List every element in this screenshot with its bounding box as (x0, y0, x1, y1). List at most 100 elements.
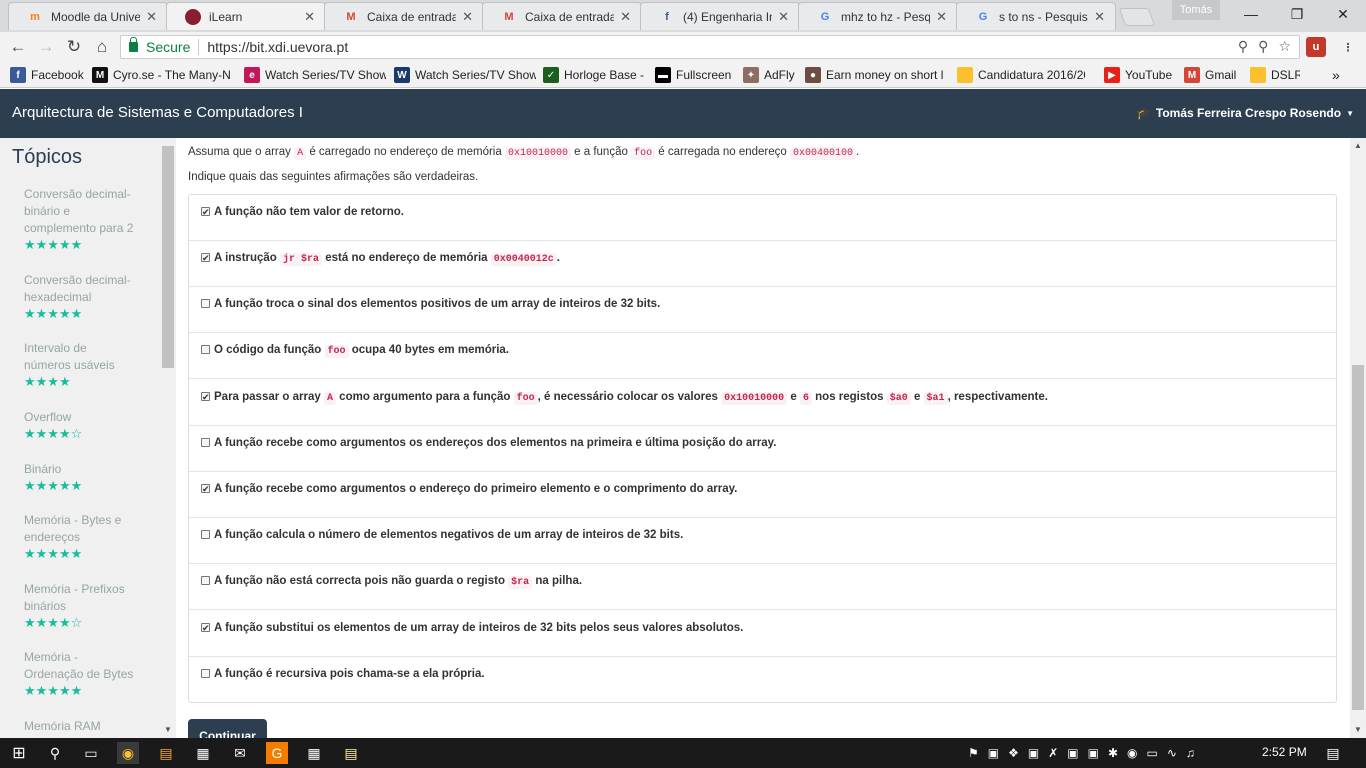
checkbox-unchecked[interactable] (201, 669, 210, 678)
bookmark-item[interactable]: ● Earn money on short l (805, 66, 943, 84)
option-row[interactable]: ✔ A função substitui os elementos de um a… (189, 611, 1336, 657)
key-icon[interactable]: ⚲ (1258, 38, 1268, 55)
sidebar-topic[interactable]: Conversão decimal-binário e complemento p… (24, 186, 140, 253)
option-row[interactable]: A função não está correcta pois não guar… (189, 564, 1336, 610)
checkbox-checked[interactable]: ✔ (201, 253, 210, 263)
bookmark-item[interactable]: M Gmail (1184, 66, 1240, 84)
option-row[interactable]: A função calcula o número de elementos n… (189, 518, 1336, 564)
continue-button[interactable]: Continuar (188, 719, 267, 738)
checkbox-checked[interactable]: ✔ (201, 623, 210, 633)
address-bar[interactable]: Secure https://bit.xdi.uevora.pt ⚲ ⚲ ☆ (120, 35, 1300, 59)
option-row[interactable]: ✔ A instrução jr $ra está no endereço de … (189, 241, 1336, 287)
store-icon[interactable]: ▦ (192, 742, 214, 764)
app-icon-g[interactable]: G (266, 742, 288, 764)
sidebar-topic[interactable]: Memória - Bytes e endereços ★★★★★ (24, 512, 140, 562)
page-scroll-thumb[interactable] (1352, 365, 1364, 710)
bookmark-star-icon[interactable]: ☆ (1278, 38, 1291, 55)
option-row[interactable]: A função troca o sinal dos elementos pos… (189, 287, 1336, 333)
option-row[interactable]: O código da função foo ocupa 40 bytes em… (189, 333, 1336, 379)
sidebar-topic[interactable]: Overflow ★★★★☆ (24, 409, 140, 442)
tray-icon[interactable]: ▣ (988, 746, 999, 760)
option-label[interactable]: A função calcula o número de elementos n… (214, 529, 683, 541)
bookmark-item[interactable]: ▶ YouTube (1104, 66, 1174, 84)
sidebar-topic[interactable]: Binário ★★★★★ (24, 461, 140, 494)
option-label[interactable]: A função recebe como argumentos o endere… (214, 483, 737, 495)
option-row[interactable]: A função é recursiva pois chama-se a ela… (189, 657, 1336, 703)
tray-icon[interactable]: ✗ (1048, 746, 1058, 760)
forward-icon[interactable]: → (34, 36, 58, 58)
bookmark-item[interactable]: f Facebook (10, 66, 85, 84)
ublock-icon[interactable]: u (1306, 37, 1326, 57)
reload-icon[interactable]: ↻ (62, 36, 86, 58)
wifi-icon[interactable]: ∿ (1167, 746, 1177, 760)
option-label[interactable]: A função não está correcta pois não guar… (214, 575, 582, 589)
browser-tab[interactable]: Gs to ns - Pesquisa ✕ (956, 2, 1116, 30)
dropbox-icon[interactable]: ❖ (1008, 746, 1019, 760)
option-label[interactable]: A função troca o sinal dos elementos pos… (214, 298, 660, 310)
tab-close-icon[interactable]: ✕ (620, 9, 631, 25)
user-menu[interactable]: 🎓 Tomás Ferreira Crespo Rosendo ▼ (1136, 106, 1354, 120)
checkbox-unchecked[interactable] (201, 530, 210, 539)
checkbox-unchecked[interactable] (201, 299, 210, 308)
page-scroll-down-icon[interactable]: ▼ (1354, 725, 1362, 734)
option-label[interactable]: A instrução jr $ra está no endereço de m… (214, 252, 560, 266)
volume-icon[interactable]: ♫ (1186, 746, 1195, 760)
zoom-icon[interactable]: ⚲ (1238, 38, 1248, 55)
checkbox-checked[interactable]: ✔ (201, 484, 210, 494)
back-icon[interactable]: ← (6, 36, 30, 58)
option-row[interactable]: A função recebe como argumentos os ender… (189, 426, 1336, 472)
search-icon[interactable]: ⚲ (44, 742, 66, 764)
minimize-icon[interactable]: — (1228, 0, 1274, 28)
tab-close-icon[interactable]: ✕ (304, 9, 315, 25)
browser-tab[interactable]: f (4) Engenharia Infc ✕ (640, 2, 800, 30)
bookmark-item[interactable]: ✦ AdFly (743, 66, 799, 84)
tray-icon[interactable]: ◉ (1127, 746, 1137, 760)
option-label[interactable]: A função é recursiva pois chama-se a ela… (214, 668, 485, 680)
bookmark-item[interactable]: e Watch Series/TV Show (244, 66, 386, 84)
chrome-icon[interactable]: ◉ (117, 742, 139, 764)
sidebar-topic[interactable]: Conversão decimal-hexadecimal ★★★★★ (24, 272, 140, 322)
sidebar-topic[interactable]: Intervalo de números usáveis ★★★★ (24, 340, 140, 390)
browser-tab[interactable]: m Moodle da Univer ✕ (8, 2, 168, 30)
tray-icon[interactable]: ▣ (1028, 746, 1039, 760)
bookmark-item[interactable]: Candidatura 2016/20 (957, 66, 1085, 84)
tab-close-icon[interactable]: ✕ (778, 9, 789, 25)
bookmark-item[interactable]: DSLR (1250, 66, 1300, 84)
sidebar-scroll-down-icon[interactable]: ▼ (164, 725, 172, 734)
file-explorer-icon[interactable]: ▤ (155, 742, 177, 764)
bookmark-item[interactable]: W Watch Series/TV Show (394, 66, 536, 84)
mail-icon[interactable]: ✉ (229, 742, 251, 764)
tray-icon[interactable]: ▣ (1088, 746, 1099, 760)
option-row[interactable]: ✔ Para passar o array A como argumento pa… (189, 380, 1336, 426)
tab-close-icon[interactable]: ✕ (936, 9, 947, 25)
home-icon[interactable]: ⌂ (90, 36, 114, 58)
url-text[interactable]: https://bit.xdi.uevora.pt (207, 39, 348, 55)
clock[interactable]: 2:52 PM (1262, 745, 1307, 759)
browser-tab[interactable]: M Caixa de entrada (✕ (324, 2, 484, 30)
restore-icon[interactable]: ❐ (1274, 0, 1320, 28)
checkbox-unchecked[interactable] (201, 576, 210, 585)
tray-icon[interactable]: ⚑ (968, 746, 979, 760)
option-row[interactable]: ✔ A função recebe como argumentos o ender… (189, 472, 1336, 518)
option-label[interactable]: A função não tem valor de retorno. (214, 206, 404, 218)
bluetooth-icon[interactable]: ✱ (1108, 746, 1118, 760)
more-bookmarks-button[interactable]: » (1332, 66, 1340, 84)
browser-tab[interactable]: iLearn ✕ (166, 2, 326, 30)
sidebar-topic[interactable]: Memória - Prefixos binários ★★★★☆ (24, 581, 140, 631)
browser-tab[interactable]: M Caixa de entrada - ✕ (482, 2, 642, 30)
task-view-icon[interactable]: ▭ (80, 742, 102, 764)
menu-icon[interactable]: ⋮ (1338, 37, 1358, 57)
option-label[interactable]: O código da função foo ocupa 40 bytes em… (214, 344, 509, 358)
battery-icon[interactable]: ▭ (1147, 746, 1158, 760)
page-scroll-up-icon[interactable]: ▲ (1354, 141, 1362, 150)
browser-tab[interactable]: Gmhz to hz - Pesqu ✕ (798, 2, 958, 30)
new-tab-button[interactable] (1118, 8, 1156, 26)
calculator-icon[interactable]: ▦ (303, 742, 325, 764)
sidebar-topic[interactable]: Memória RAM (24, 718, 140, 735)
option-label[interactable]: Para passar o array A como argumento par… (214, 391, 1048, 405)
checkbox-unchecked[interactable] (201, 438, 210, 447)
tab-close-icon[interactable]: ✕ (462, 9, 473, 25)
checkbox-checked[interactable]: ✔ (201, 392, 210, 402)
bookmark-item[interactable]: ▬ Fullscreen (655, 66, 733, 84)
close-window-icon[interactable]: ✕ (1320, 0, 1366, 28)
